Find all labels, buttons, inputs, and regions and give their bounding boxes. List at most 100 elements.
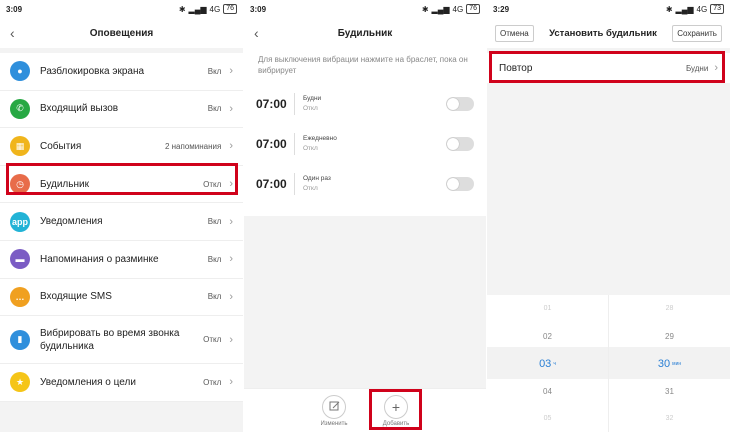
bluetooth-icon: ✱	[665, 4, 673, 14]
status-time: 3:09	[250, 4, 267, 14]
picker-value[interactable]: 02	[487, 323, 608, 351]
notifications-screen: 3:09 ✱ ▂▄▆ 4G 76 ‹ Оповещения ● Разблокировк…	[0, 0, 243, 432]
alarm-row-highlight	[6, 163, 238, 195]
calendar-icon: ▦	[10, 136, 30, 157]
alarm-toggle[interactable]	[446, 97, 474, 111]
minute-wheel[interactable]: 28 29 30 мин 31 32	[608, 295, 730, 432]
network-type: 4G	[209, 4, 221, 14]
settings-row[interactable]: ● Разблокировка экрана Вкл ›	[0, 53, 243, 91]
row-value: Откл	[203, 335, 222, 345]
alarm-time: 07:00	[256, 177, 287, 191]
picker-unit: мин	[672, 360, 682, 367]
alarm-toggle[interactable]	[446, 177, 474, 191]
phone-icon: ✆	[10, 98, 30, 119]
row-value: Вкл	[207, 292, 222, 302]
row-value: Вкл	[207, 104, 222, 114]
vibration-hint: Для выключения вибрации нажмите на брасл…	[244, 48, 486, 84]
alarm-info: Будни Откл	[303, 94, 446, 114]
alarm-state: Откл	[303, 185, 318, 192]
alarm-row[interactable]: 07:00 Ежедневно Откл	[244, 124, 486, 164]
divider	[294, 133, 295, 155]
list-spacer	[244, 204, 486, 216]
alarm-time: 07:00	[256, 137, 287, 151]
page-title: Будильник	[337, 27, 393, 39]
save-button[interactable]: Сохранить	[672, 24, 722, 42]
alarm-screen: 3:09 ✱ ▂▄▆ 4G 76 ‹ Будильник Для выключения…	[244, 0, 486, 432]
settings-row[interactable]: app Уведомления Вкл ›	[0, 203, 243, 241]
battery-indicator: 73	[710, 4, 724, 14]
settings-row[interactable]: … Входящие SMS Вкл ›	[0, 279, 243, 317]
alarm-time: 07:00	[256, 97, 287, 111]
chevron-right-icon: ›	[229, 215, 233, 228]
set-alarm-screen: 3:29 ✱ ▂▄▆ 4G 73 Отмена Установить будильни…	[487, 0, 730, 432]
status-bar: 3:29 ✱ ▂▄▆ 4G 73	[487, 0, 730, 18]
row-value: Вкл	[207, 254, 222, 264]
picker-value[interactable]: 01	[487, 295, 608, 323]
alarm-list: 07:00 Будни Откл 07:00 Ежедневно Откл 07:00 Оди…	[244, 84, 486, 204]
picker-value[interactable]: 29	[609, 323, 730, 351]
picker-value[interactable]: 05	[487, 405, 608, 432]
bluetooth-icon: ✱	[421, 4, 429, 14]
chevron-right-icon: ›	[229, 65, 233, 78]
row-value: Вкл	[207, 217, 222, 227]
picker-selected-value[interactable]: 03 ч	[487, 350, 608, 378]
screen-header: ‹ Оповещения	[0, 18, 243, 48]
cancel-button[interactable]: Отмена	[495, 24, 534, 42]
toggle-knob	[447, 178, 459, 190]
status-time: 3:29	[493, 4, 510, 14]
goal-icon: ★	[10, 372, 30, 393]
picker-value[interactable]: 31	[609, 378, 730, 406]
repeat-row-highlight	[489, 51, 725, 83]
row-label: Уведомления о цели	[40, 376, 136, 388]
settings-row[interactable]: ★ Уведомления о цели Откл ›	[0, 364, 243, 402]
screen-header: ‹ Будильник	[244, 18, 486, 48]
settings-row[interactable]: ▮ Вибрировать во время звонка будильника О…	[0, 316, 243, 365]
signal-icon: ▂▄▆	[431, 4, 450, 14]
network-type: 4G	[452, 4, 464, 14]
toggle-knob	[447, 138, 459, 150]
settings-row[interactable]: ✆ Входящий вызов Вкл ›	[0, 91, 243, 129]
page-title: Установить будильник	[549, 27, 657, 39]
screen-header: Отмена Установить будильник Сохранить	[487, 18, 730, 48]
alarm-repeat: Ежедневно	[303, 135, 337, 142]
chevron-right-icon: ›	[229, 253, 233, 266]
row-label: Напоминания о разминке	[40, 253, 159, 265]
add-button-highlight	[369, 389, 422, 430]
status-bar: 3:09 ✱ ▂▄▆ 4G 76	[0, 0, 243, 18]
back-button[interactable]: ‹	[10, 25, 15, 41]
picker-selected-value[interactable]: 30 мин	[609, 350, 730, 378]
battery-indicator: 76	[466, 4, 480, 14]
vibrate-icon: ▮	[10, 329, 30, 350]
edit-button[interactable]: Изменить	[314, 389, 354, 432]
time-picker: 01 02 03 ч 04 05 28 29 30 мин 31 32	[487, 295, 730, 432]
settings-row[interactable]: ▬ Напоминания о разминке Вкл ›	[0, 241, 243, 279]
alarm-info: Ежедневно Откл	[303, 134, 446, 154]
sofa-icon: ▬	[10, 249, 30, 270]
toggle-knob	[447, 98, 459, 110]
alarm-toggle[interactable]	[446, 137, 474, 151]
settings-row[interactable]: ▦ События 2 напоминания ›	[0, 128, 243, 166]
page-title: Оповещения	[89, 27, 154, 39]
row-label: Входящие SMS	[40, 291, 112, 303]
picker-value[interactable]: 32	[609, 405, 730, 432]
notification-list: ● Разблокировка экрана Вкл › ✆ Входящий вызов…	[0, 53, 243, 402]
row-value: 2 напоминания	[164, 141, 222, 151]
status-time: 3:09	[6, 4, 23, 14]
picker-value[interactable]: 04	[487, 378, 608, 406]
alarm-row[interactable]: 07:00 Будни Откл	[244, 84, 486, 124]
alarm-state: Откл	[303, 145, 318, 152]
signal-icon: ▂▄▆	[188, 4, 207, 14]
signal-icon: ▂▄▆	[675, 4, 694, 14]
row-label: Вибрировать во время звонка будильника	[40, 327, 180, 352]
battery-indicator: 76	[223, 4, 237, 14]
chevron-right-icon: ›	[229, 102, 233, 115]
divider	[294, 173, 295, 195]
picker-value[interactable]: 28	[609, 295, 730, 323]
alarm-state: Откл	[303, 105, 318, 112]
back-button[interactable]: ‹	[254, 25, 259, 41]
status-bar: 3:09 ✱ ▂▄▆ 4G 76	[244, 0, 486, 18]
hour-wheel[interactable]: 01 02 03 ч 04 05	[487, 295, 608, 432]
bottom-toolbar: Изменить + Добавить	[244, 388, 486, 432]
divider	[294, 93, 295, 115]
alarm-row[interactable]: 07:00 Один раз Откл	[244, 164, 486, 204]
